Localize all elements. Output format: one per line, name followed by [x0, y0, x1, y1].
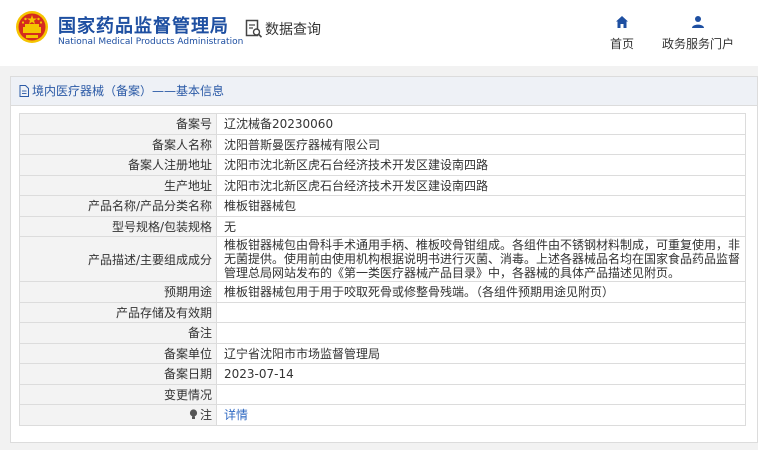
nav-service-portal[interactable]: 政务服务门户 — [660, 15, 736, 52]
field-value: 辽沈械备20230060 — [216, 113, 746, 135]
document-icon — [19, 85, 29, 97]
nav-service-portal-label: 政务服务门户 — [661, 37, 734, 51]
field-value: 椎板钳器械包用于用于咬取死骨或修整骨残端。（各组件预期用途见附页） — [216, 281, 746, 303]
field-value: 椎板钳器械包由骨科手术通用手柄、椎板咬骨钳组成。各组件由不锈钢材料制成，可重复使… — [216, 236, 746, 282]
field-value — [216, 301, 746, 323]
field-value: 详情 — [216, 404, 746, 426]
lightbulb-icon — [189, 409, 198, 420]
field-label: 备案单位 — [19, 342, 217, 364]
table-row: 预期用途 椎板钳器械包用于用于咬取死骨或修整骨残端。（各组件预期用途见附页） — [19, 281, 746, 303]
table-row: 备注 — [19, 322, 746, 344]
data-query-label: 数据查询 — [265, 22, 321, 38]
field-label: 备案日期 — [19, 363, 217, 385]
record-table: 备案号 辽沈械备20230060 备案人名称 沈阳普斯曼医疗器械有限公司 备案人… — [19, 113, 746, 426]
field-value — [216, 383, 746, 405]
field-label: 变更情况 — [19, 383, 217, 405]
details-link[interactable]: 详情 — [224, 408, 248, 422]
field-value: 无 — [216, 215, 746, 237]
field-value: 辽宁省沈阳市市场监督管理局 — [216, 342, 746, 364]
table-row: 型号规格/包装规格 无 — [19, 215, 746, 237]
field-label: 注 — [199, 408, 212, 423]
field-value: 2023-07-14 — [216, 363, 746, 385]
site-title[interactable]: 国家药品监督管理局 — [58, 12, 229, 38]
field-label: 备案人名称 — [19, 133, 217, 155]
home-icon — [616, 16, 628, 28]
table-row: 生产地址 沈阳市沈北新区虎石台经济技术开发区建设南四路 — [19, 174, 746, 196]
field-label: 产品名称/产品分类名称 — [19, 195, 217, 217]
table-row: 备案号 辽沈械备20230060 — [19, 113, 746, 135]
table-row: 产品描述/主要组成成分 椎板钳器械包由骨科手术通用手柄、椎板咬骨钳组成。各组件由… — [19, 236, 746, 282]
nav-home-label: 首页 — [609, 37, 634, 51]
table-row: 注 详情 — [19, 404, 746, 426]
national-emblem-icon[interactable] — [15, 10, 49, 44]
field-label: 产品描述/主要组成成分 — [19, 236, 217, 282]
site-header: 国家药品监督管理局 National Medical Products Admi… — [0, 0, 758, 66]
table-row: 产品存储及有效期 — [19, 301, 746, 323]
field-value: 沈阳市沈北新区虎石台经济技术开发区建设南四路 — [216, 174, 746, 196]
field-label: 生产地址 — [19, 174, 217, 196]
field-label: 备案号 — [19, 113, 217, 135]
field-value: 沈阳市沈北新区虎石台经济技术开发区建设南四路 — [216, 154, 746, 176]
panel-title: 境内医疗器械（备案）——基本信息 — [32, 83, 225, 98]
site-subtitle: National Medical Products Administration — [58, 37, 244, 47]
field-label: 备注 — [19, 322, 217, 344]
table-row: 备案人注册地址 沈阳市沈北新区虎石台经济技术开发区建设南四路 — [19, 154, 746, 176]
table-row: 产品名称/产品分类名称 椎板钳器械包 — [19, 195, 746, 217]
user-icon — [692, 16, 704, 28]
field-label: 型号规格/包装规格 — [19, 215, 217, 237]
field-value — [216, 322, 746, 344]
field-label: 预期用途 — [19, 281, 217, 303]
table-row: 备案人名称 沈阳普斯曼医疗器械有限公司 — [19, 133, 746, 155]
panel-header: 境内医疗器械（备案）——基本信息 — [11, 77, 757, 106]
field-label: 产品存储及有效期 — [19, 301, 217, 323]
data-query-link[interactable]: 数据查询 — [245, 19, 321, 39]
nav-home[interactable]: 首页 — [603, 15, 641, 52]
table-row: 变更情况 — [19, 383, 746, 405]
field-label: 备案人注册地址 — [19, 154, 217, 176]
detail-panel: 境内医疗器械（备案）——基本信息 备案号 辽沈械备20230060 备案人名称 … — [10, 76, 758, 443]
field-value: 沈阳普斯曼医疗器械有限公司 — [216, 133, 746, 155]
note-label-cell: 注 — [19, 404, 217, 426]
document-search-icon — [245, 19, 263, 38]
table-row: 备案日期 2023-07-14 — [19, 363, 746, 385]
field-value: 椎板钳器械包 — [216, 195, 746, 217]
table-row: 备案单位 辽宁省沈阳市市场监督管理局 — [19, 342, 746, 364]
